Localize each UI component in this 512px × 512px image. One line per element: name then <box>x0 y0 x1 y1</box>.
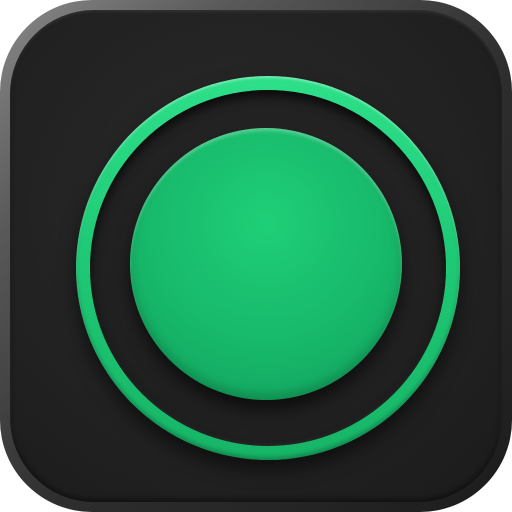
app-icon-face <box>10 10 502 502</box>
record-button-icon <box>130 128 402 400</box>
app-icon-frame[interactable] <box>0 0 512 512</box>
